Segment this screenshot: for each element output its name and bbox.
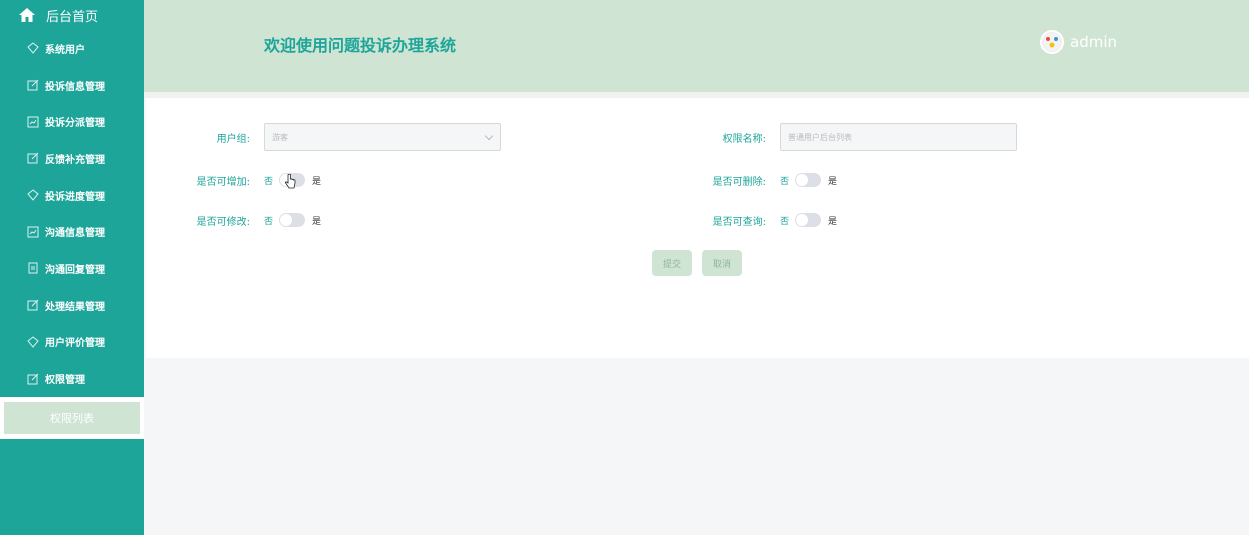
sidebar-item-label: 处理结果管理 (45, 301, 105, 313)
can-query-label: 是否可查询: (712, 217, 766, 228)
page-title: 欢迎使用问题投诉办理系统 (264, 36, 457, 55)
sidebar-item-label: 系统用户 (45, 44, 85, 56)
switch-off-label: 否 (780, 176, 790, 187)
sidebar-item-label: 权限管理 (45, 375, 85, 387)
sidebar-item-label: 投诉信息管理 (45, 81, 105, 93)
username: admin (1070, 33, 1117, 51)
user-group-label: 用户组: (216, 134, 250, 145)
sidebar-item-communication[interactable]: 沟通信息管理 (0, 213, 144, 250)
submit-button[interactable]: 提交 (652, 250, 692, 276)
avatar (1040, 30, 1064, 54)
hand-cursor-icon (285, 174, 296, 189)
can-edit-label: 是否可修改: (196, 217, 250, 228)
perm-name-field[interactable]: 普通用户后台列表 (780, 123, 1017, 151)
can-edit-toggle[interactable] (279, 213, 306, 227)
switch-on-label: 是 (312, 216, 322, 227)
submenu-permission-list[interactable]: 权限列表 (4, 401, 140, 434)
doc-icon (27, 262, 39, 274)
sidebar-item-permissions[interactable]: 权限管理 (0, 360, 144, 397)
sidebar-item-label: 沟通信息管理 (45, 228, 105, 240)
can-delete-switch-row: 否 是 (780, 173, 837, 187)
sidebar-item-feedback[interactable]: 反馈补充管理 (0, 140, 144, 177)
switch-off-label: 否 (264, 216, 274, 227)
can-edit-switch-row: 否 是 (264, 213, 321, 227)
sidebar: 后台首页 系统用户 投诉信息管理 投诉分派管理 反馈补充管理 投诉进度管理 沟通… (0, 0, 144, 535)
can-delete-label: 是否可删除: (712, 177, 766, 188)
switch-on-label: 是 (828, 176, 838, 187)
can-query-toggle[interactable] (795, 213, 822, 227)
switch-off-label: 否 (780, 216, 790, 227)
sidebar-item-complaint-info[interactable]: 投诉信息管理 (0, 67, 144, 104)
can-add-label: 是否可增加: (196, 177, 250, 188)
cancel-button[interactable]: 取消 (702, 250, 742, 276)
form-panel: 用户组: 游客 权限名称: 普通用户后台列表 是否可增加: 否 是 是否可删除:… (146, 98, 1249, 358)
switch-on-label: 是 (828, 216, 838, 227)
edit-icon (27, 152, 39, 164)
sidebar-item-evaluation[interactable]: 用户评价管理 (0, 324, 144, 361)
sidebar-home-label: 后台首页 (46, 9, 99, 25)
sidebar-item-reply[interactable]: 沟通回复管理 (0, 250, 144, 287)
perm-name-placeholder: 普通用户后台列表 (788, 132, 852, 142)
sidebar-item-complaint-dispatch[interactable]: 投诉分派管理 (0, 103, 144, 140)
sidebar-item-progress[interactable]: 投诉进度管理 (0, 177, 144, 214)
edit-icon (27, 373, 39, 385)
sidebar-item-label: 沟通回复管理 (45, 264, 105, 276)
user-group-select[interactable]: 游客 (264, 123, 501, 151)
can-query-switch-row: 否 是 (780, 213, 837, 227)
sidebar-item-label: 投诉分派管理 (45, 118, 105, 130)
switch-off-label: 否 (264, 176, 274, 187)
sidebar-home[interactable]: 后台首页 (0, 0, 144, 30)
chart-icon (27, 116, 39, 128)
submenu: 权限列表 (0, 396, 144, 439)
edit-icon (27, 299, 39, 311)
switch-on-label: 是 (312, 176, 322, 187)
chevron-down-icon (484, 131, 494, 141)
user-group-value: 游客 (272, 132, 288, 142)
sidebar-item-system-users[interactable]: 系统用户 (0, 30, 144, 67)
chart-icon (27, 226, 39, 238)
sidebar-item-label: 投诉进度管理 (45, 191, 105, 203)
sidebar-item-label: 用户评价管理 (45, 338, 105, 350)
diamond-icon (27, 189, 39, 201)
perm-name-label: 权限名称: (722, 134, 766, 145)
header: 欢迎使用问题投诉办理系统 admin (144, 0, 1249, 98)
diamond-icon (27, 336, 39, 348)
sidebar-item-result[interactable]: 处理结果管理 (0, 287, 144, 324)
edit-icon (27, 79, 39, 91)
sidebar-item-label: 反馈补充管理 (45, 154, 105, 166)
diamond-icon (27, 42, 39, 55)
user-menu[interactable]: admin (1040, 30, 1117, 54)
home-icon (18, 6, 36, 24)
can-delete-toggle[interactable] (795, 173, 822, 187)
